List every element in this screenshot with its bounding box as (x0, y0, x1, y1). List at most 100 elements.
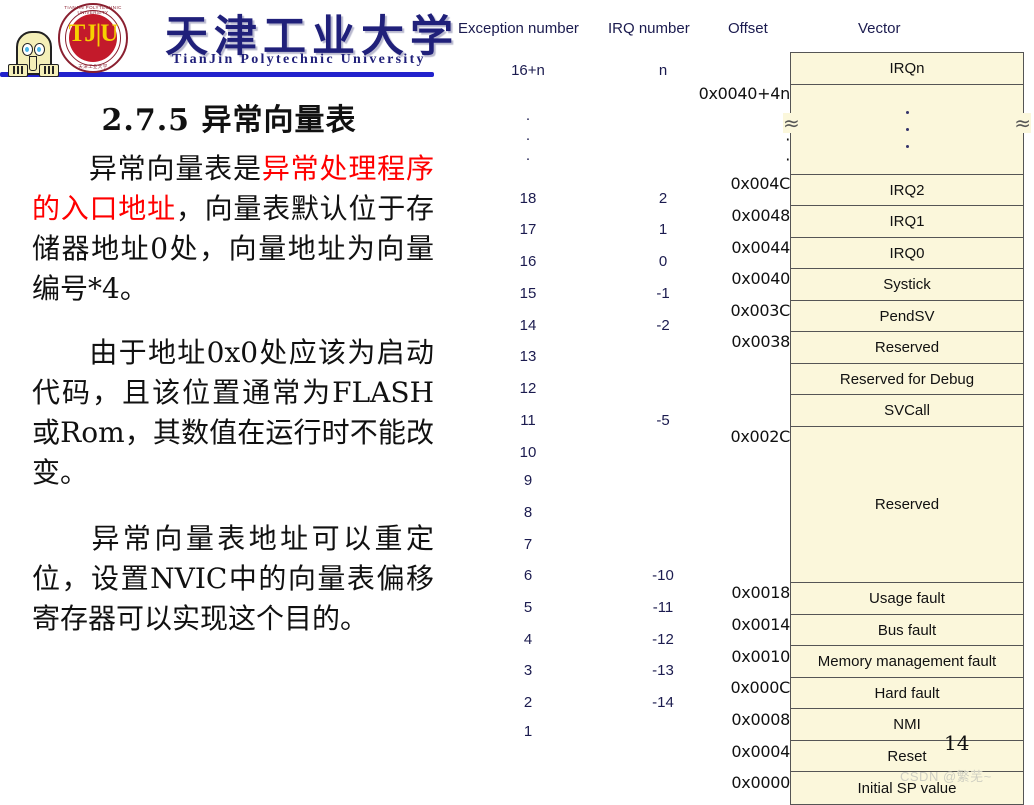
vector-row-label: Usage fault (869, 590, 945, 607)
exception-number-cell: · (525, 130, 531, 147)
ghost-nose (29, 56, 37, 71)
exception-number-cell: 8 (523, 504, 533, 521)
exception-number-cell: 14 (519, 317, 537, 334)
offset-cell: 0x0044 (731, 238, 790, 257)
table-break-symbol: ≈ (783, 111, 800, 135)
exception-number-cell: 2 (523, 694, 533, 711)
vector-table-box: IRQn ≈ ≈ IRQ2 IRQ1 IRQ0 Systick PendSV Reserved R… (783, 52, 1031, 805)
vector-table-row: NMI (791, 709, 1023, 741)
offset-cell: 0x0008 (731, 710, 790, 729)
vector-table-row: IRQ1 (791, 206, 1023, 238)
page-number: 14 (944, 731, 970, 755)
vector-row-label: Reserved (874, 339, 940, 356)
offset-cell: 0x004C (730, 174, 790, 193)
offset-cell: 0x0040+4n (698, 84, 791, 103)
page-title: 2.7.5 异常向量表 (101, 103, 357, 138)
vector-row-label (905, 111, 909, 148)
vector-row-label: Bus fault (877, 621, 937, 639)
exception-number-cell: 13 (519, 348, 537, 365)
vector-row-label: SVCall (884, 402, 930, 419)
exception-number-cell: · (525, 150, 531, 167)
vector-table-row: Bus fault (791, 615, 1023, 646)
ellipsis-dot (905, 145, 909, 148)
paragraph-2: 由于地址0x0处应该为启动代码，且该位置通常为FLASH或Rom，其数值在运行时… (0, 333, 448, 493)
vector-row-label: NMI (893, 716, 921, 733)
exception-number-cell: 9 (523, 472, 533, 489)
vector-table-row: IRQ2 (791, 175, 1023, 206)
slide-text-column: 2.7.5 异常向量表 异常向量表是异常处理程序的入口地址，向量表默认位于存储器… (0, 95, 448, 645)
vector-row-label: Systick (883, 276, 931, 293)
ellipsis-dot (905, 111, 909, 114)
vector-row-label: Memory management fault (817, 653, 997, 670)
vector-table-row: IRQ0 (791, 238, 1023, 269)
offset-cell: 0x0048 (731, 206, 790, 225)
offset-cell: · (638, 110, 790, 129)
vector-row-label: PendSV (879, 307, 935, 325)
vector-table-row: Memory management fault (791, 646, 1023, 678)
vector-table-row: Reserved for Debug (791, 364, 1023, 395)
vector-table-row: ≈ ≈ (783, 85, 1031, 175)
offset-cell: 0x002C (730, 427, 790, 446)
vector-row-label: IRQ1 (889, 213, 925, 230)
exception-number-cell: · (525, 110, 531, 127)
vector-row-label: IRQ2 (889, 181, 925, 199)
paragraph-3: 异常向量表地址可以重定位，设置NVIC中的向量表偏移寄存器可以实现这个目的。 (0, 519, 448, 639)
exception-number-cell: 17 (519, 221, 537, 238)
ghost-pupil-right (37, 47, 41, 52)
exception-number-cell: 7 (523, 536, 533, 553)
vector-table-row: SVCall (791, 395, 1023, 427)
exception-number-cell: 16 (519, 253, 537, 270)
seal-initials-text: TJ|U (68, 20, 119, 47)
column-header-offset: Offset (728, 20, 768, 37)
offset-cell: · (785, 130, 790, 149)
offset-cell: 0x0000 (731, 773, 790, 792)
seal-ring-bottom-text: 天津工业大学 (78, 64, 108, 69)
offset-cell: · (785, 150, 790, 169)
vector-table-row: Systick (791, 269, 1023, 301)
exception-number-cell: 1 (523, 723, 533, 740)
offset-cell: 0x0018 (731, 583, 790, 602)
slide-root: TIANJIN POLYTECHNIC UNIVERSITY TJ|U 天津工业… (0, 0, 1034, 805)
irq-number-cell: n (658, 62, 668, 79)
offset-cell: 0x0040 (731, 269, 790, 288)
vector-row-label: Hard fault (874, 684, 940, 702)
offset-cell: 0x0014 (731, 615, 790, 634)
ghost-eye-left (22, 43, 33, 56)
text-run: 由于地址0x0处应该为启动代码，且该位置通常为FLASH或Rom，其数值在运行时… (32, 336, 434, 489)
vector-table-row: Reserved (791, 332, 1023, 364)
vector-table-diagram: Exception number IRQ number Offset Vecto… (448, 0, 1034, 805)
exception-number-cell: 3 (523, 662, 533, 679)
exception-number-cell: 10 (519, 444, 537, 461)
university-seal-logo: TIANJIN POLYTECHNIC UNIVERSITY TJ|U 天津工业… (58, 3, 128, 73)
offset-cell: 0x003C (730, 301, 790, 320)
vector-row-label: IRQn (889, 60, 925, 77)
paragraph-1: 异常向量表是异常处理程序的入口地址，向量表默认位于存储器地址0处，向量地址为向量… (0, 149, 448, 309)
seal-ring-top-text: TIANJIN POLYTECHNIC UNIVERSITY (64, 5, 122, 15)
irq-number-cell: -10 (652, 567, 674, 584)
ellipsis-dot (905, 128, 909, 131)
exception-number-cell: 18 (519, 190, 537, 207)
csdn-watermark: CSDN @繁芜~ (900, 769, 992, 784)
vector-table-row: Reserved (791, 427, 1023, 583)
exception-number-cell: 5 (523, 599, 533, 616)
vector-row-label: Reset (887, 747, 927, 765)
exception-number-cell: 6 (523, 567, 533, 584)
column-header-exception-number: Exception number (458, 20, 579, 37)
offset-cell: 0x0010 (731, 647, 790, 666)
exception-number-cell: 4 (523, 631, 533, 648)
offset-cell: 0x0038 (731, 332, 790, 351)
ghost-eye-right (34, 43, 45, 56)
column-header-irq-number: IRQ number (608, 20, 690, 37)
ghost-hand-right (39, 64, 59, 77)
vector-table-row: Usage fault (791, 583, 1023, 615)
exception-number-cell: 15 (519, 285, 537, 302)
vector-table-row: PendSV (791, 301, 1023, 332)
offset-cell: 0x000C (730, 678, 790, 697)
exception-number-cell: 12 (519, 380, 537, 397)
vector-row-label: IRQ0 (889, 244, 925, 262)
exception-number-cell: 16+n (511, 62, 545, 79)
vector-table-row: IRQn (791, 53, 1023, 85)
text-run: 异常向量表是 (88, 152, 262, 185)
column-header-vector: Vector (858, 20, 901, 37)
vector-row-label: Reserved (874, 496, 940, 513)
